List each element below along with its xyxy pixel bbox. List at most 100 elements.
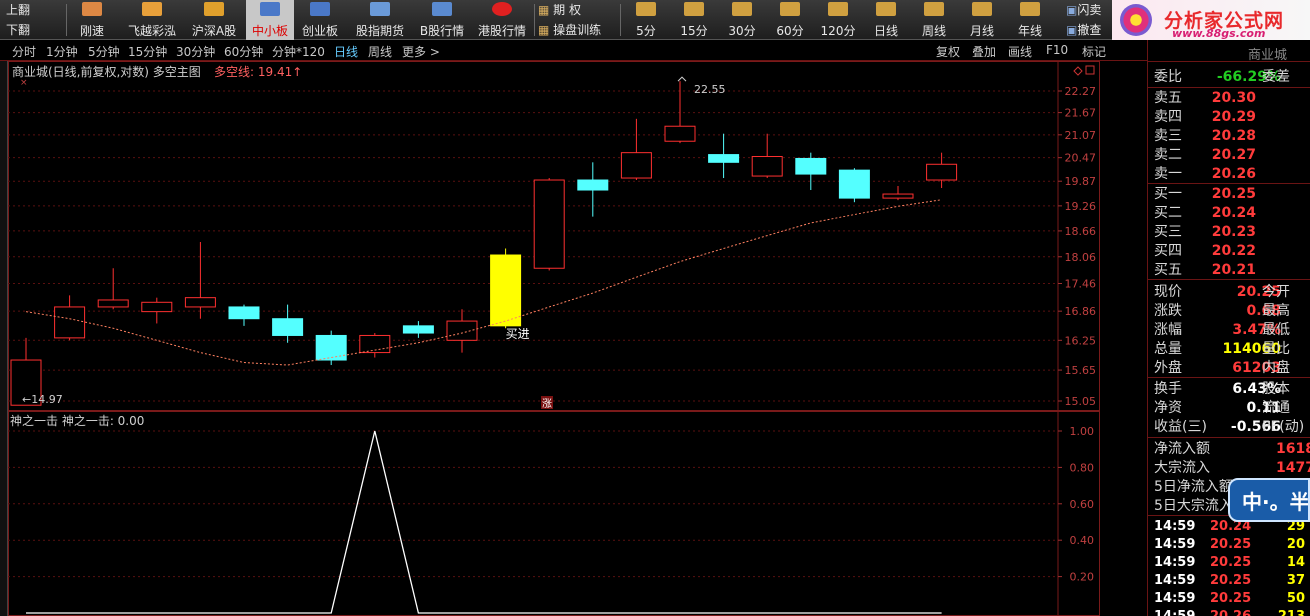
options-button[interactable]: ▦ 期 权 bbox=[538, 0, 618, 20]
left-tab-strip[interactable] bbox=[0, 61, 8, 616]
stat-row-label2: 今开 bbox=[1262, 284, 1290, 300]
candle bbox=[533, 178, 565, 271]
refresh-button[interactable]: 刚速 bbox=[70, 0, 114, 40]
flash-sell-label: 闪卖 bbox=[1077, 3, 1102, 17]
toolbar-period-label: 60分 bbox=[776, 24, 804, 38]
sme-board-button[interactable]: 中小板 bbox=[246, 0, 294, 40]
ime-popup[interactable]: 中·。半 bbox=[1228, 478, 1310, 522]
index-futures-button[interactable]: 股指期货 bbox=[350, 0, 410, 40]
y-tick-label: 20.47 bbox=[1065, 152, 1097, 165]
candle-body bbox=[228, 306, 260, 320]
weibi-row: 委比 -66.29% 委差 bbox=[1154, 68, 1310, 86]
y-tick-label: 15.65 bbox=[1065, 364, 1097, 377]
page-down-button[interactable]: 下翻 bbox=[0, 20, 62, 40]
weibi-label: 委比 bbox=[1154, 69, 1182, 85]
indicator-chart[interactable]: 神之一击 神之一击: 0.00 1.00 0.80 0.60 0.40 0.20 bbox=[8, 411, 1100, 616]
stat-row: 涨幅 3.47% 最低 bbox=[1154, 321, 1310, 339]
y-tick-label: 16.25 bbox=[1065, 334, 1097, 347]
buy-row: 买三 20.23 bbox=[1154, 223, 1310, 241]
candle bbox=[97, 268, 129, 310]
tick-price: 20.26 bbox=[1210, 608, 1251, 616]
candle-body bbox=[272, 318, 304, 336]
flash-sell-button[interactable]: ▣闪卖 bbox=[1066, 0, 1112, 20]
y-tick-label: 21.07 bbox=[1065, 129, 1097, 142]
period-tab[interactable]: 1分钟 bbox=[46, 43, 78, 60]
buy-row: 买五 20.21 bbox=[1154, 261, 1310, 279]
cancel-query-button[interactable]: ▣撤查 bbox=[1066, 20, 1112, 40]
flower-logo-icon bbox=[1120, 4, 1152, 36]
period-tab[interactable]: 30分钟 bbox=[176, 43, 215, 60]
tick-time: 14:59 bbox=[1154, 608, 1195, 616]
weicha-label: 委差 bbox=[1262, 69, 1290, 85]
tick-price: 20.25 bbox=[1210, 537, 1252, 552]
flow-row-label: 5日净流入额 bbox=[1154, 479, 1233, 495]
chart-tool-button[interactable]: 复权 bbox=[936, 43, 960, 60]
toolbar-period-label: 30分 bbox=[728, 24, 756, 38]
stat-row: 现价 20.25 今开 bbox=[1154, 283, 1310, 301]
toolbar-period-button[interactable]: 60分 bbox=[768, 0, 812, 40]
toolbar-period-button[interactable]: 15分 bbox=[672, 0, 716, 40]
toolbar-period-label: 年线 bbox=[1017, 24, 1042, 38]
chart-tool-button[interactable]: F10 bbox=[1046, 43, 1068, 57]
ime-popup-text: 中·。半 bbox=[1242, 490, 1310, 514]
candlestick-chart[interactable]: 商业城(日线,前复权,对数) 多空主图 多空线: 19.41↑ 22.27 21.… bbox=[8, 61, 1100, 411]
toolbar-period-button[interactable]: 日线 bbox=[864, 0, 908, 40]
tick-row: 14:59 20.25 50 bbox=[1154, 590, 1310, 608]
sub-y-tick-label: 0.60 bbox=[1070, 498, 1095, 511]
indicator-plot: 1.00 0.80 0.60 0.40 0.20 bbox=[8, 411, 1100, 616]
toolbar-period-button[interactable]: 120分 bbox=[816, 0, 860, 40]
gem-board-button[interactable]: 创业板 bbox=[298, 0, 342, 40]
candle-body bbox=[795, 157, 827, 175]
period-tab[interactable]: 分钟*120 bbox=[272, 43, 325, 60]
candle-body bbox=[577, 179, 609, 191]
period-tab[interactable]: 更多 > bbox=[402, 43, 440, 60]
toolbar-period-button[interactable]: 5分 bbox=[624, 0, 668, 40]
toolbar-period-button[interactable]: 30分 bbox=[720, 0, 764, 40]
flow-row: 大宗流入 1477 bbox=[1154, 459, 1310, 477]
period-tab[interactable]: 周线 bbox=[368, 43, 392, 60]
period-icon bbox=[972, 2, 992, 16]
hushen-a-button[interactable]: 沪深A股 bbox=[188, 0, 240, 40]
stat-row: 总量 114060 量比 bbox=[1154, 340, 1310, 358]
toolbar-period-button[interactable]: 月线 bbox=[960, 0, 1004, 40]
tick-time: 14:59 bbox=[1154, 573, 1196, 588]
toolbar-period-label: 日线 bbox=[873, 24, 898, 38]
chart-tool-button[interactable]: 画线 bbox=[1008, 43, 1032, 60]
page-up-button[interactable]: 上翻 bbox=[0, 0, 62, 20]
toolbar-period-button[interactable]: 周线 bbox=[912, 0, 956, 40]
b-share-button[interactable]: B股行情 bbox=[414, 0, 470, 40]
period-tab[interactable]: 分时 bbox=[12, 43, 36, 60]
candle-body bbox=[838, 169, 870, 199]
chart-tool-button[interactable]: 叠加 bbox=[972, 43, 996, 60]
stat-row-label2: 股本 bbox=[1262, 381, 1290, 397]
period-icon bbox=[732, 2, 752, 16]
practice-button[interactable]: ▦ 操盘训练 bbox=[538, 20, 618, 40]
period-tab[interactable]: 15分钟 bbox=[128, 43, 167, 60]
toolbar-period-button[interactable]: 年线 bbox=[1008, 0, 1052, 40]
period-tab[interactable]: 日线 bbox=[334, 43, 358, 60]
candle-body bbox=[141, 301, 173, 313]
candle bbox=[708, 133, 740, 179]
market-icon bbox=[204, 2, 224, 16]
period-tab[interactable]: 60分钟 bbox=[224, 43, 263, 60]
candle bbox=[577, 162, 609, 217]
hk-share-button[interactable]: 港股行情 bbox=[474, 0, 530, 40]
y-tick-label: 15.05 bbox=[1065, 395, 1097, 408]
refresh-label: 刚速 bbox=[79, 24, 104, 38]
divider bbox=[1148, 437, 1310, 438]
stat-row-label: 外盘 bbox=[1154, 360, 1182, 376]
tick-row: 14:59 20.25 14 bbox=[1154, 554, 1310, 572]
period-icon bbox=[1020, 2, 1040, 16]
chart-tool-button[interactable]: 标记 bbox=[1082, 43, 1106, 60]
sell-row-label: 卖三 bbox=[1154, 128, 1182, 144]
feiyue-button[interactable]: 飞越彩泓 bbox=[122, 0, 182, 40]
feiyue-label: 飞越彩泓 bbox=[127, 24, 176, 38]
sell-row-value: 20.26 bbox=[1211, 166, 1256, 182]
buy-row-value: 20.23 bbox=[1211, 224, 1256, 240]
candle bbox=[446, 309, 478, 353]
quote-panel: 商业城 委比 -66.29% 委差 卖五 20.30 卖四 20.29 卖三 20.28 卖… bbox=[1147, 40, 1310, 616]
buy-row-value: 20.25 bbox=[1211, 186, 1256, 202]
sell-row: 卖一 20.26 bbox=[1154, 165, 1310, 183]
flow-row-value: 1618 bbox=[1276, 441, 1310, 457]
period-tab[interactable]: 5分钟 bbox=[88, 43, 120, 60]
